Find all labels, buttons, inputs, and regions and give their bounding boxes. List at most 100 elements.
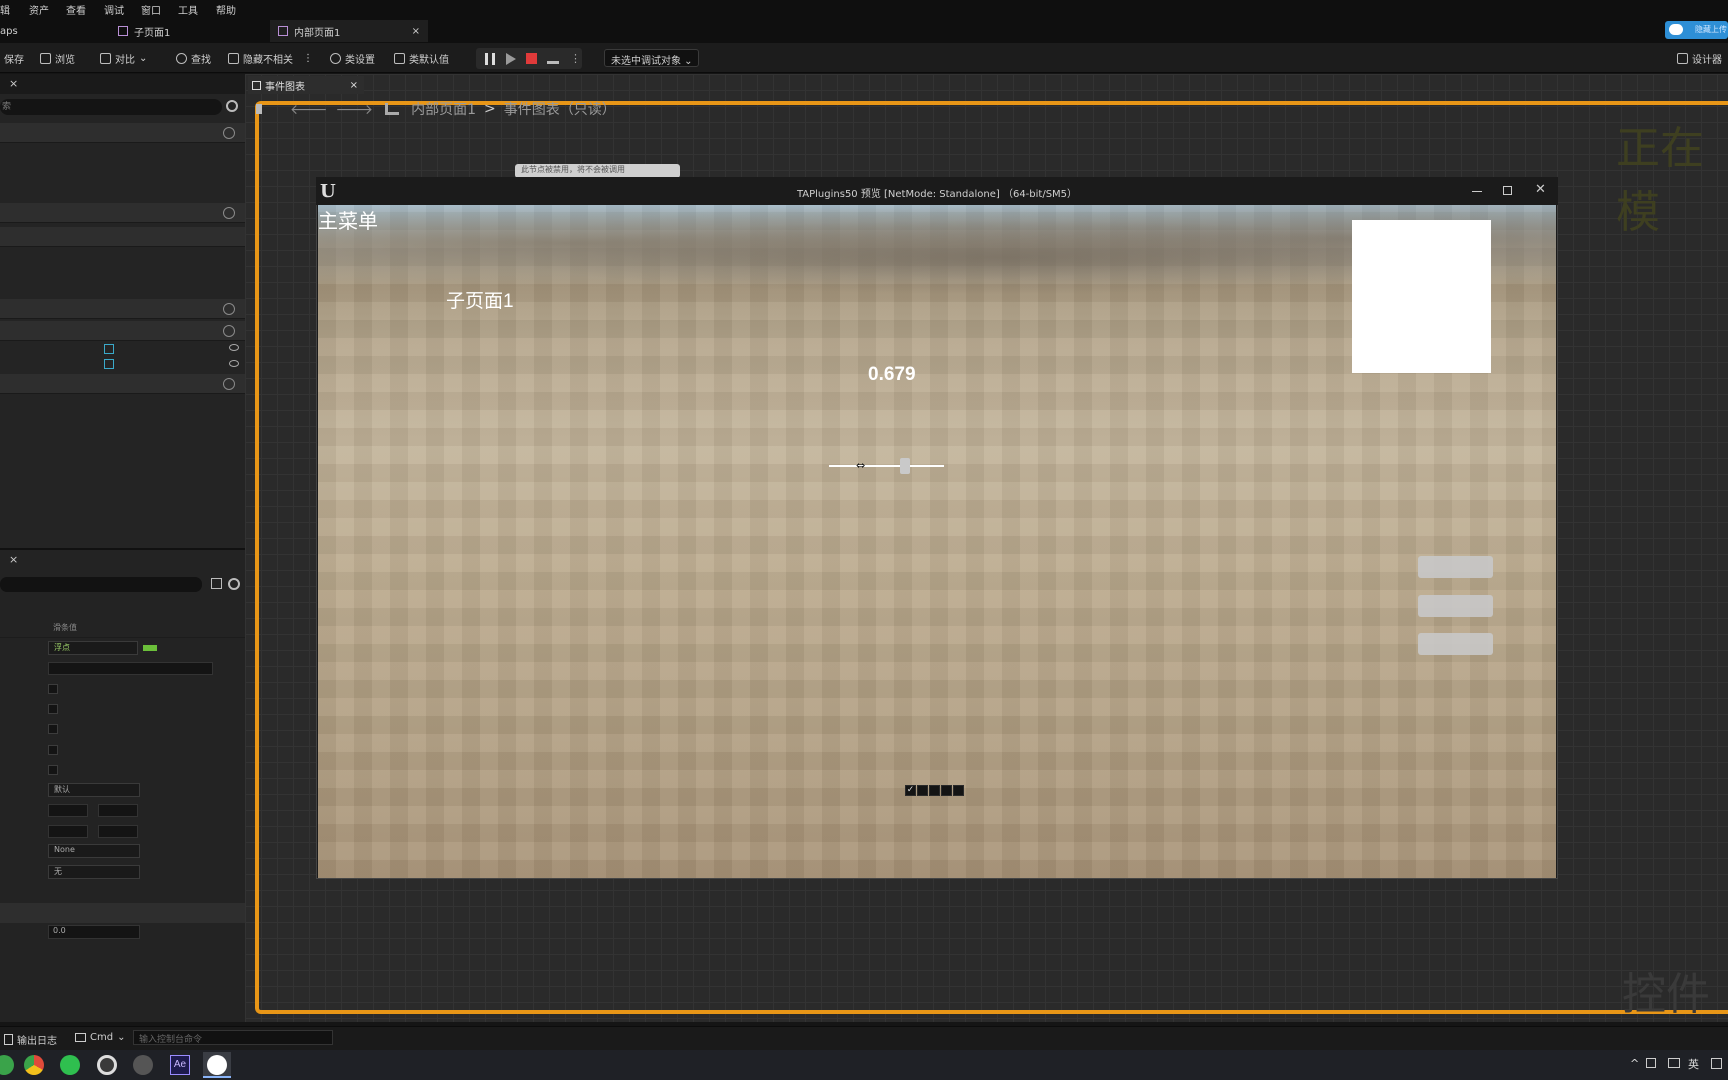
step-icon[interactable] — [506, 53, 516, 65]
console-input[interactable]: 输入控制台命令 — [133, 1030, 333, 1045]
tooltip-field[interactable] — [48, 662, 213, 675]
forward-arrow-icon[interactable]: 🡒 — [336, 101, 374, 118]
input-language[interactable]: 英 — [1688, 1056, 1699, 1072]
tab-inner-page[interactable]: 内部页面1 × — [270, 20, 428, 42]
eye-icon[interactable] — [229, 344, 239, 351]
checkbox[interactable] — [929, 785, 940, 796]
close-icon[interactable]: × — [412, 26, 420, 37]
wechat-icon[interactable] — [60, 1055, 80, 1075]
gear-icon[interactable] — [226, 100, 238, 112]
none-select[interactable]: None — [48, 844, 140, 858]
checkbox[interactable] — [941, 785, 952, 796]
bookmark-icon[interactable] — [256, 104, 276, 116]
close-window-icon[interactable]: ✕ — [1535, 182, 1546, 197]
add-icon[interactable] — [223, 378, 235, 390]
upload-badge[interactable]: 隐藏上传 — [1665, 21, 1728, 39]
stop-icon[interactable] — [526, 53, 537, 64]
side-button-2[interactable] — [1418, 595, 1493, 617]
slider-track[interactable] — [829, 465, 944, 467]
number-field[interactable] — [98, 804, 138, 817]
tray-chevron-icon[interactable]: ^ — [1630, 1057, 1639, 1070]
menu-item-tools[interactable]: 工具 — [178, 0, 198, 17]
section-event-dispatchers[interactable] — [0, 374, 245, 394]
chrome-icon[interactable] — [24, 1055, 44, 1075]
debug-object-select[interactable]: 未选中调试对象 ⌄ — [604, 49, 699, 67]
network-icon[interactable] — [1668, 1058, 1680, 1068]
add-icon[interactable] — [223, 207, 235, 219]
value-field[interactable]: 0.0 — [48, 925, 140, 939]
save-button[interactable]: 保存 — [4, 50, 24, 66]
search-input[interactable]: 索 — [0, 99, 222, 115]
section-widgets[interactable] — [0, 321, 245, 341]
section-macros[interactable] — [0, 227, 245, 247]
tab-event-graph[interactable]: 事件图表 × — [248, 76, 364, 94]
number-field[interactable] — [48, 804, 88, 817]
gear-icon[interactable] — [228, 578, 240, 590]
cmd-select[interactable]: Cmd ⌄ — [75, 1032, 125, 1043]
play-more-icon[interactable]: ⋮ — [570, 52, 581, 65]
checkbox[interactable] — [48, 765, 58, 775]
find-button[interactable]: 查找 — [176, 50, 211, 66]
disabled-node[interactable]: 此节点被禁用，将不会被调用 — [515, 164, 680, 178]
browse-button[interactable]: 浏览 — [40, 50, 75, 66]
breadcrumb-root[interactable]: 内部页面1 — [411, 99, 476, 119]
section-functions[interactable] — [0, 203, 245, 223]
checkbox[interactable] — [917, 785, 928, 796]
add-icon[interactable] — [223, 325, 235, 337]
menu-item-assets[interactable]: 资产 — [29, 0, 49, 17]
close-icon[interactable]: × — [350, 80, 358, 91]
add-icon[interactable] — [223, 127, 235, 139]
close-icon[interactable]: × — [9, 77, 18, 90]
table-view-icon[interactable] — [211, 578, 222, 589]
pin-color-icon[interactable] — [143, 645, 157, 651]
checkbox[interactable] — [48, 745, 58, 755]
menu-item-edit[interactable]: 辑 — [0, 0, 10, 17]
wu-select[interactable]: 无 — [48, 865, 140, 879]
checkbox[interactable] — [953, 785, 964, 796]
back-arrow-icon[interactable]: 🡐 — [290, 101, 328, 118]
details-section-header[interactable] — [0, 903, 245, 923]
menu-item-debug[interactable]: 调试 — [104, 0, 124, 17]
add-icon[interactable] — [223, 303, 235, 315]
eye-icon[interactable] — [229, 360, 239, 367]
maximize-icon[interactable] — [1503, 186, 1512, 195]
side-button-1[interactable] — [1418, 556, 1493, 578]
menu-item-view[interactable]: 查看 — [66, 0, 86, 17]
checkbox[interactable] — [48, 684, 58, 694]
number-field[interactable] — [48, 825, 88, 838]
details-search-input[interactable] — [0, 577, 202, 592]
eject-icon[interactable] — [547, 53, 559, 64]
taskbar-active-app[interactable] — [203, 1052, 231, 1078]
slider-thumb[interactable] — [900, 458, 911, 474]
float-type-select[interactable]: 浮点 — [48, 641, 138, 655]
menu-item-window[interactable]: 窗口 — [141, 0, 161, 17]
tab-maps[interactable]: aps — [0, 20, 100, 42]
default-select[interactable]: 默认 — [48, 783, 140, 797]
hide-unrelated-button[interactable]: 隐藏不相关 ⋮ — [228, 50, 313, 66]
breadcrumb-leaf: 事件图表（只读） — [503, 102, 616, 118]
side-button-3[interactable] — [1418, 633, 1493, 655]
close-icon[interactable]: × — [9, 553, 18, 566]
class-settings-button[interactable]: 类设置 — [330, 50, 375, 66]
app-icon[interactable] — [133, 1055, 153, 1075]
record-icon[interactable] — [97, 1055, 117, 1075]
designer-button[interactable]: 设计器 — [1677, 50, 1722, 66]
checkbox[interactable] — [48, 704, 58, 714]
speaker-icon[interactable] — [1646, 1058, 1656, 1068]
after-effects-icon[interactable]: Ae — [170, 1055, 190, 1075]
number-field[interactable] — [98, 825, 138, 838]
menu-item-help[interactable]: 帮助 — [216, 0, 236, 17]
section-variables[interactable] — [0, 299, 245, 319]
section-graphs[interactable] — [0, 123, 245, 143]
checkbox[interactable]: ✓ — [905, 785, 916, 796]
hierarchy-icon[interactable] — [385, 103, 400, 115]
pause-icon[interactable] — [485, 53, 495, 65]
ime-icon[interactable] — [1711, 1058, 1722, 1069]
tab-sub-page[interactable]: 子页面1 — [118, 20, 258, 42]
class-defaults-button[interactable]: 类默认值 — [394, 50, 449, 66]
output-log-button[interactable]: 输出日志 — [4, 1032, 57, 1047]
checkbox[interactable] — [48, 724, 58, 734]
minimize-icon[interactable] — [1472, 191, 1482, 192]
more-options-icon[interactable]: ⋮ — [303, 53, 313, 64]
diff-button[interactable]: 对比 ⌄ — [100, 50, 147, 66]
